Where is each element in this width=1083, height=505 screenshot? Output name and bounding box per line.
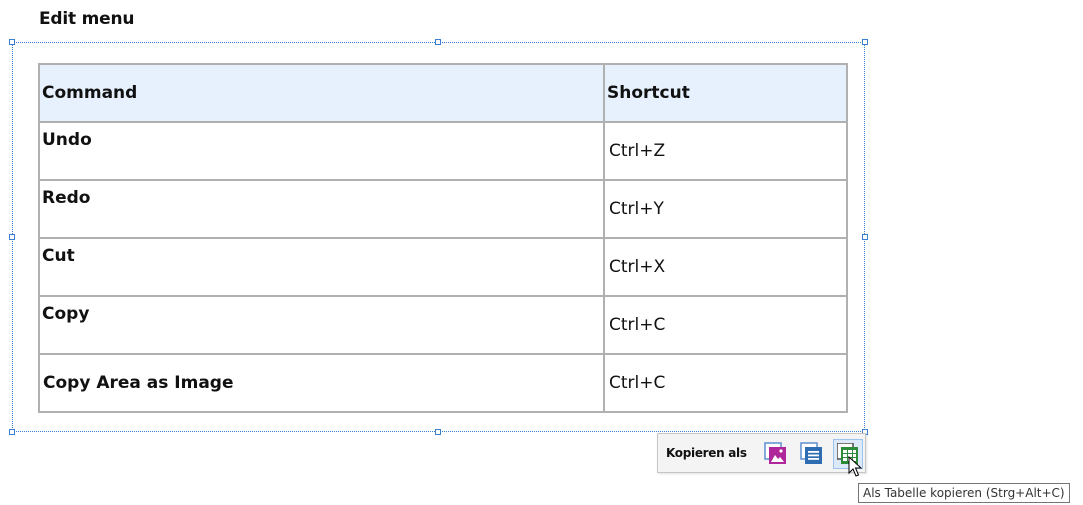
command-cell: Redo [38,179,605,239]
section-heading: Edit menu [39,9,135,29]
tooltip: Als Tabelle kopieren (Strg+Alt+C) [858,483,1070,503]
copy-as-image-button[interactable] [761,439,791,469]
shortcut-cell: Ctrl+X [603,237,848,297]
command-cell: Copy [38,295,605,355]
resize-handle-top-center[interactable] [435,39,441,45]
mouse-pointer-icon [848,455,863,482]
table-row: Redo Ctrl+Y [38,179,848,239]
header-shortcut: Shortcut [603,63,848,123]
table-header-row: Command Shortcut [38,63,848,123]
resize-handle-bottom-left[interactable] [9,429,15,435]
table-row: Cut Ctrl+X [38,237,848,297]
copy-as-text-button[interactable] [797,439,827,469]
resize-handle-top-left[interactable] [9,39,15,45]
command-cell: Copy Area as Image [38,353,605,413]
shortcut-cell: Ctrl+C [603,295,848,355]
command-cell: Cut [38,237,605,297]
resize-handle-bottom-center[interactable] [435,429,441,435]
shortcut-cell: Ctrl+Z [603,121,848,181]
shortcut-cell: Ctrl+Y [603,179,848,239]
resize-handle-middle-left[interactable] [9,234,15,240]
commands-table: Command Shortcut Undo Ctrl+Z Redo Ctrl+Y… [38,63,848,413]
table-row: Copy Area as Image Ctrl+C [38,353,848,413]
shortcut-cell: Ctrl+C [603,353,848,413]
copy-as-toolbar: Kopieren als [657,433,866,473]
header-command: Command [38,63,605,123]
command-cell: Undo [38,121,605,181]
resize-handle-top-right[interactable] [862,39,868,45]
copy-as-label: Kopieren als [666,446,747,460]
resize-handle-middle-right[interactable] [862,234,868,240]
table-row: Undo Ctrl+Z [38,121,848,181]
table-row: Copy Ctrl+C [38,295,848,355]
